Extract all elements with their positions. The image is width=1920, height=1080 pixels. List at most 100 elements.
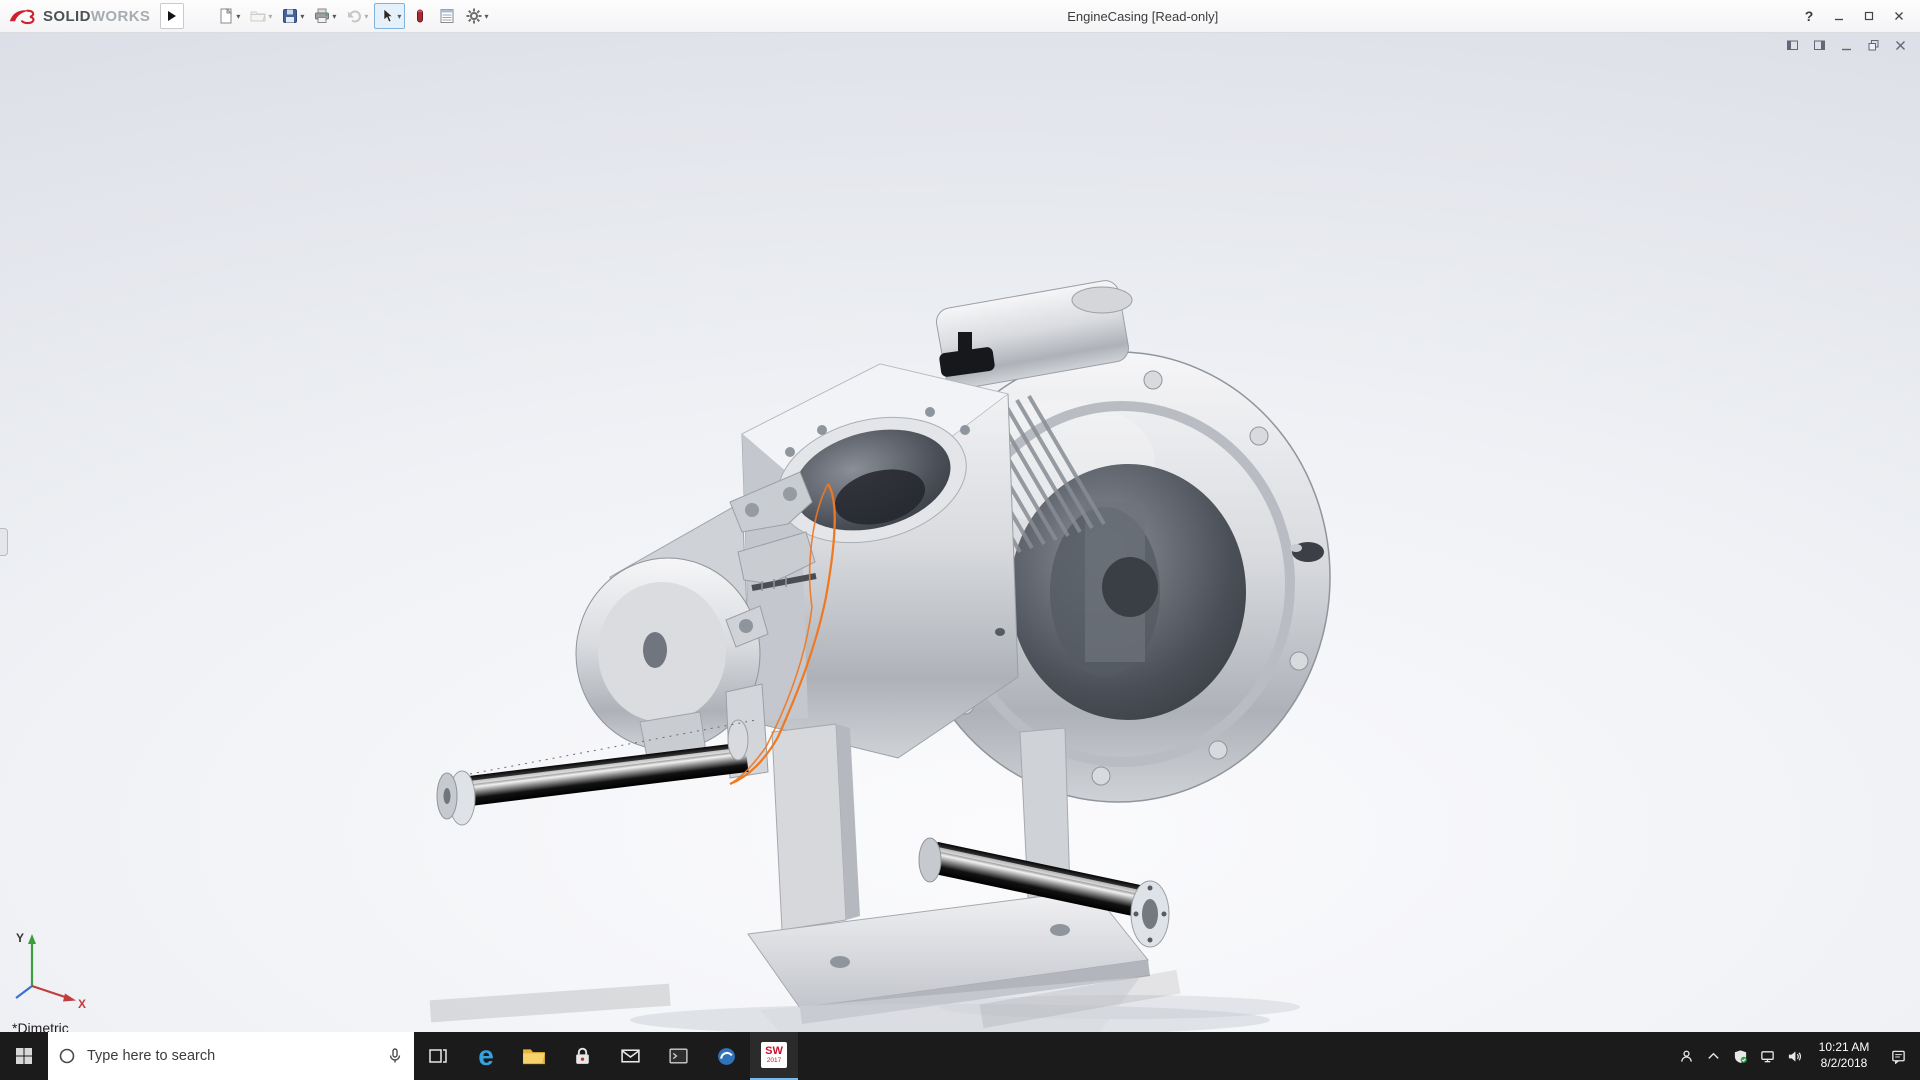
- defender-button[interactable]: [1732, 1048, 1748, 1064]
- task-view-icon: [429, 1049, 447, 1063]
- dropdown-caret: ▾: [236, 11, 241, 21]
- action-center-icon: [1891, 1050, 1905, 1064]
- help-icon: ?: [1804, 8, 1814, 24]
- file-properties-icon: [440, 9, 454, 23]
- engine-casing-model[interactable]: [0, 32, 1920, 1032]
- dropdown-caret: ▾: [364, 11, 369, 21]
- save-icon: [283, 9, 298, 23]
- file-explorer-icon: [523, 1048, 545, 1064]
- flyout-arrow-icon: [168, 11, 177, 21]
- options-button[interactable]: ▾: [462, 3, 491, 29]
- solidworks-window: SOLID WORKS ▾ ▾ ▾ ▾ ▾ ▾ ▾ EngineCasing […: [0, 0, 1920, 1080]
- open-button[interactable]: ▾: [246, 3, 275, 29]
- taskbar-edrawings-button[interactable]: [702, 1032, 750, 1080]
- solidworks-logo: SOLID WORKS: [0, 7, 160, 25]
- view-orientation-label: *Dimetric: [12, 1020, 69, 1032]
- network-icon: [1760, 1050, 1774, 1062]
- undo-button[interactable]: ▾: [342, 3, 371, 29]
- feature-pane-collapsed-tab[interactable]: [0, 528, 8, 556]
- select-cursor-icon: [384, 8, 394, 23]
- tray-expand-button[interactable]: [1705, 1048, 1721, 1064]
- dropdown-caret: ▾: [332, 11, 337, 21]
- new-document-button[interactable]: ▾: [214, 3, 243, 29]
- defender-shield-icon: [1734, 1049, 1747, 1063]
- minimize-button[interactable]: [1824, 4, 1854, 28]
- doc-restore-icon: [1868, 40, 1879, 51]
- maximize-button[interactable]: [1854, 4, 1884, 28]
- undo-icon: [348, 10, 362, 23]
- windows-taskbar: e: [0, 1032, 1920, 1080]
- volume-icon: [1788, 1050, 1801, 1062]
- taskbar-console-button[interactable]: [654, 1032, 702, 1080]
- close-icon: [1895, 12, 1903, 20]
- doc-close-button[interactable]: [1893, 38, 1908, 53]
- taskbar-solidworks-button[interactable]: SW 2017: [750, 1032, 798, 1080]
- save-button[interactable]: ▾: [278, 3, 307, 29]
- pane-right-button[interactable]: [1812, 38, 1827, 53]
- microphone-icon[interactable]: [386, 1047, 404, 1065]
- chevron-up-icon: [1707, 1052, 1719, 1059]
- pane-left-icon: [1787, 40, 1798, 50]
- select-button[interactable]: ▾: [374, 3, 406, 29]
- triad-y-label: Y: [16, 931, 24, 945]
- print-icon: [315, 8, 330, 23]
- dropdown-caret: ▾: [268, 11, 273, 21]
- document-title: EngineCasing [Read-only]: [1067, 8, 1219, 24]
- taskbar-mail-button[interactable]: [606, 1032, 654, 1080]
- new-document-icon: [220, 7, 233, 24]
- taskbar-lock-app-button[interactable]: [558, 1032, 606, 1080]
- ds-logo-icon: [9, 9, 35, 25]
- edrawings-icon: [717, 1047, 735, 1065]
- windows-start-icon: [16, 1048, 32, 1064]
- maximize-icon: [1864, 11, 1874, 21]
- cortana-icon: [59, 1048, 75, 1064]
- brand-text: SOLID WORKS: [43, 8, 150, 25]
- pane-right-icon: [1814, 40, 1825, 50]
- options-gear-icon: [466, 8, 482, 24]
- taskbar-search[interactable]: [48, 1032, 414, 1080]
- appearance-icon: [417, 9, 424, 23]
- open-folder-icon: [250, 11, 267, 22]
- brand-solid: SOLID: [43, 7, 91, 25]
- clock-time: 10:21 AM: [1818, 1040, 1870, 1055]
- dropdown-caret: ▾: [397, 11, 402, 21]
- people-icon: [1680, 1050, 1692, 1062]
- titlebar: SOLID WORKS ▾ ▾ ▾ ▾ ▾ ▾ ▾ EngineCasing […: [0, 0, 1920, 33]
- orientation-triad: Y X: [15, 931, 86, 1010]
- clock-date: 8/2/2018: [1820, 1056, 1868, 1070]
- print-button[interactable]: ▾: [310, 3, 339, 29]
- taskbar-edge-button[interactable]: e: [462, 1032, 510, 1080]
- doc-minimize-icon: [1842, 48, 1851, 51]
- minimize-icon: [1835, 18, 1843, 21]
- doc-close-icon: [1896, 41, 1905, 50]
- triad-x-label: X: [78, 997, 86, 1010]
- graphics-area[interactable]: Y X *Dimetric: [0, 32, 1920, 1032]
- mail-icon: [620, 1049, 640, 1063]
- close-button[interactable]: [1884, 4, 1914, 28]
- search-input[interactable]: [85, 1047, 377, 1065]
- file-properties-button[interactable]: [435, 3, 459, 29]
- appearance-button[interactable]: [408, 3, 432, 29]
- start-button[interactable]: [0, 1032, 48, 1080]
- action-center-button[interactable]: [1886, 1048, 1912, 1064]
- brand-works: WORKS: [90, 7, 151, 25]
- help-button[interactable]: ?: [1794, 4, 1824, 28]
- people-button[interactable]: [1678, 1048, 1694, 1064]
- edge-icon: e: [478, 1040, 494, 1071]
- taskbar-clock[interactable]: 10:21 AM 8/2/2018: [1813, 1040, 1875, 1071]
- dropdown-caret: ▾: [300, 11, 305, 21]
- doc-minimize-button[interactable]: [1839, 38, 1854, 53]
- doc-restore-button[interactable]: [1866, 38, 1881, 53]
- volume-button[interactable]: [1786, 1048, 1802, 1064]
- system-tray: 10:21 AM 8/2/2018: [1670, 1032, 1920, 1080]
- taskbar-file-explorer-button[interactable]: [510, 1032, 558, 1080]
- console-app-icon: [668, 1048, 688, 1064]
- breather-stub: [958, 332, 972, 352]
- solidworks-icon: SW 2017: [761, 1042, 787, 1068]
- network-button[interactable]: [1759, 1048, 1775, 1064]
- pane-left-button[interactable]: [1785, 38, 1800, 53]
- dropdown-caret: ▾: [484, 11, 489, 21]
- task-view-button[interactable]: [414, 1032, 462, 1080]
- document-window-controls: [1785, 38, 1908, 53]
- menu-flyout-button[interactable]: [160, 3, 185, 29]
